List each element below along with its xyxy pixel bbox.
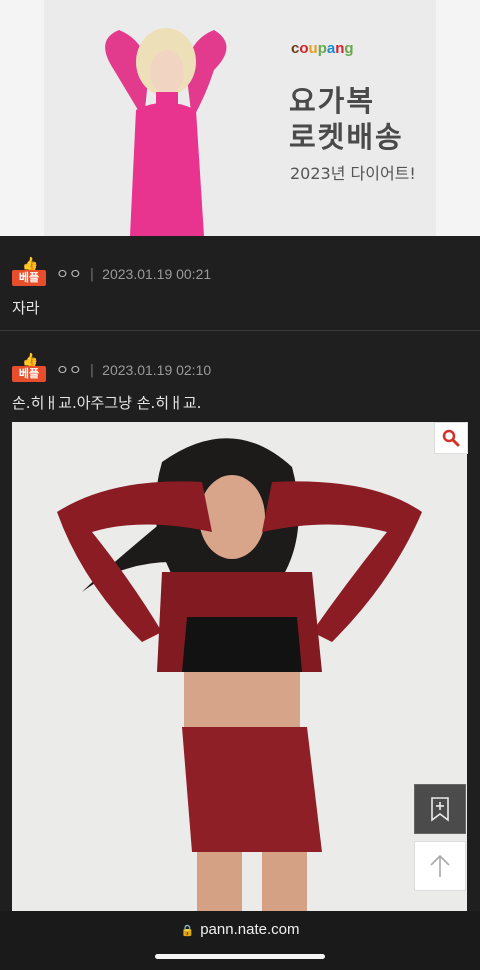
comment-author[interactable]: ㅇㅇ [56, 264, 82, 284]
ad-tagline: 2023년 다이어트! [290, 164, 416, 183]
ad-brand-logo: coupang [291, 40, 354, 57]
meta-separator: | [89, 266, 95, 282]
comment-item: 👍 베플 ㅇㅇ | 2023.01.19 02:10 손.히ㅐ교.아주그냥 손.… [0, 331, 480, 911]
arrow-up-icon [430, 854, 450, 877]
home-indicator[interactable] [155, 954, 325, 959]
browser-address-bar[interactable]: 🔒 pann.nate.com [0, 911, 480, 970]
comment-image[interactable] [12, 422, 467, 911]
best-reply-badge: 👍 베플 [12, 353, 46, 383]
comment-photo [12, 422, 467, 911]
comment-text: 손.히ㅐ교.아주그냥 손.히ㅐ교. [12, 394, 202, 412]
badge-label: 베플 [12, 366, 46, 382]
comment-date: 2023.01.19 00:21 [102, 266, 212, 282]
magnifier-icon [442, 429, 460, 447]
zoom-image-button[interactable] [434, 422, 468, 454]
ad-subheadline: 로켓배송 [289, 120, 404, 154]
comment-date: 2023.01.19 02:10 [102, 362, 212, 378]
url-display[interactable]: 🔒 pann.nate.com [0, 921, 480, 938]
bookmark-button[interactable] [414, 784, 466, 834]
meta-separator: | [89, 362, 95, 378]
ad-content[interactable]: coupang 요가복 로켓배송 2023년 다이어트! [44, 0, 436, 236]
bookmark-add-icon [431, 797, 449, 822]
comment-meta: 👍 베플 ㅇㅇ | 2023.01.19 02:10 [12, 353, 212, 384]
comment-item: 👍 베플 ㅇㅇ | 2023.01.19 00:21 자라 [0, 236, 480, 331]
comment-text: 자라 [12, 299, 40, 317]
comment-author[interactable]: ㅇㅇ [56, 360, 82, 380]
badge-label: 베플 [12, 270, 46, 286]
ad-model-image [74, 0, 254, 236]
scroll-to-top-button[interactable] [414, 841, 466, 891]
best-reply-badge: 👍 베플 [12, 257, 46, 287]
ad-banner[interactable]: coupang 요가복 로켓배송 2023년 다이어트! [0, 0, 480, 236]
comment-meta: 👍 베플 ㅇㅇ | 2023.01.19 00:21 [12, 257, 212, 288]
url-text: pann.nate.com [200, 921, 300, 938]
lock-icon: 🔒 [180, 925, 195, 937]
